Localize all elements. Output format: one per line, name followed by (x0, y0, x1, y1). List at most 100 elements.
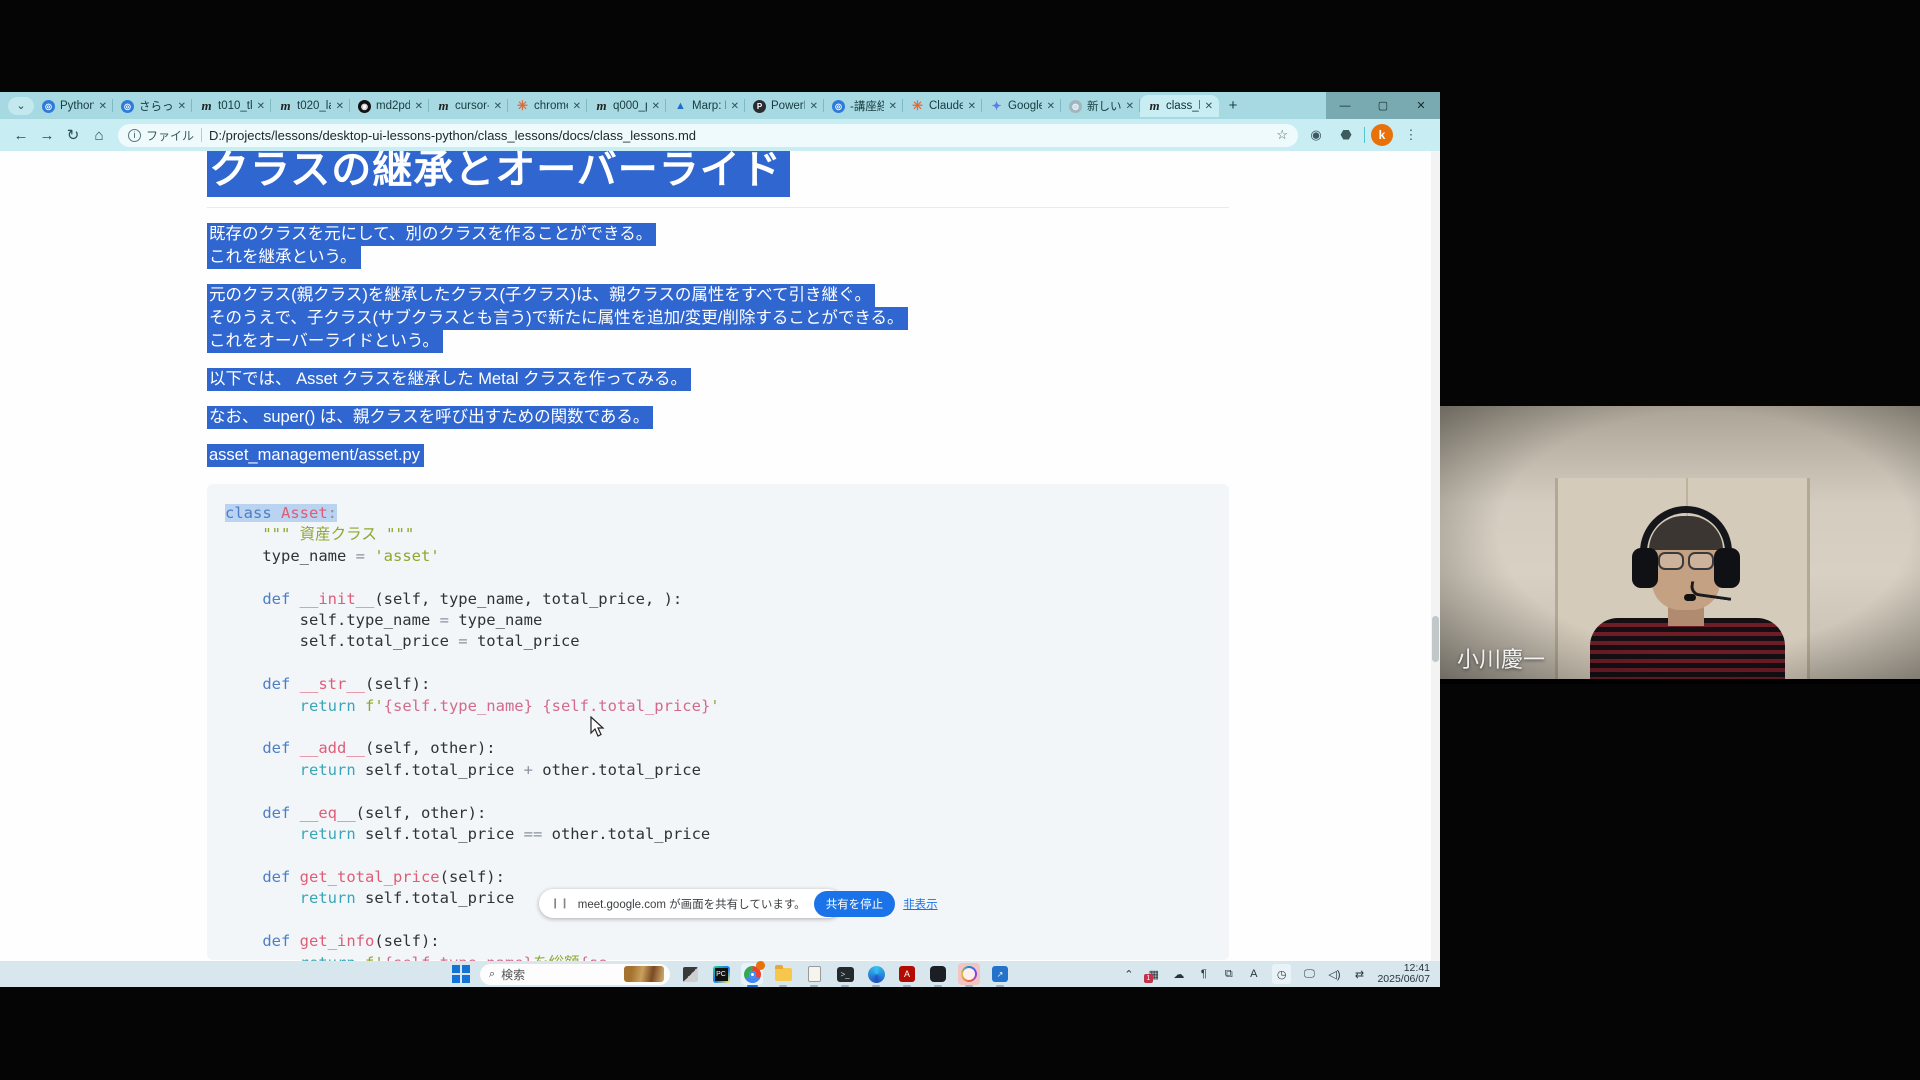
tab-label: chrome (534, 100, 568, 112)
browser-tab-Google[interactable]: ✦ Google ✕ (982, 95, 1061, 117)
tab-close-icon[interactable]: ✕ (415, 101, 423, 112)
browser-tab-PowerP[interactable]: P PowerP ✕ (745, 95, 824, 117)
code-line: type_name = 'asset' (225, 546, 1211, 567)
tab-close-icon[interactable]: ✕ (810, 101, 818, 112)
code-line: class Asset: (225, 503, 1211, 524)
minimize-button[interactable]: — (1326, 92, 1364, 119)
browser-tab-新しいタ[interactable]: ◍ 新しいタ ✕ (1061, 95, 1140, 117)
tab-close-icon[interactable]: ✕ (336, 101, 344, 112)
stop-sharing-button[interactable]: 共有を停止 (814, 891, 896, 917)
taskbar-search[interactable]: ⌕ 検索 (480, 964, 670, 985)
tab-label: さらっと学 (139, 98, 173, 114)
heading-rule (207, 207, 1229, 208)
browser-tab-chrome[interactable]: ✳ chrome ✕ (508, 95, 587, 117)
taskbar-app-github-desktop[interactable] (927, 963, 949, 985)
bookmark-star-icon[interactable]: ☆ (1276, 127, 1288, 143)
mouse-cursor (590, 716, 606, 738)
browser-tab-さらっと学[interactable]: ◎ さらっと学 ✕ (113, 95, 192, 117)
tab-close-icon[interactable]: ✕ (573, 101, 581, 112)
taskbar-app-terminal[interactable]: >_ (834, 963, 856, 985)
remote-desktop-icon: ↗ (992, 966, 1008, 982)
tab-search-button[interactable]: ⌄ (8, 97, 34, 115)
browser-tab-Marp: N[interactable]: ▲ Marp: N ✕ (666, 95, 745, 117)
start-button[interactable] (452, 965, 471, 984)
tab-close-icon[interactable]: ✕ (889, 101, 897, 112)
camera-icon[interactable]: ◉ (1304, 123, 1328, 147)
paragraph: なお、 super() は、親クラスを呼び出すための関数である。 (207, 406, 1229, 429)
tab-label: q000_p (613, 100, 647, 112)
speaker-icon[interactable]: ◁) (1327, 964, 1341, 984)
browser-tab-cursor-[interactable]: m cursor- ✕ (429, 95, 508, 117)
taskbar-app-chrome[interactable] (741, 963, 763, 985)
browser-tab-Python[interactable]: ◎ Python ✕ (34, 95, 113, 117)
starburst-favicon-icon: ✳ (911, 100, 924, 113)
browser-tab-t010_tk[interactable]: m t010_tk ✕ (192, 95, 271, 117)
maximize-button[interactable]: ▢ (1364, 92, 1402, 119)
browser-tab-q000_p[interactable]: m q000_p ✕ (587, 95, 666, 117)
recorder-icon[interactable]: ◷ (1272, 964, 1292, 984)
home-button[interactable]: ⌂ (86, 122, 112, 148)
page-scrollbar[interactable] (1431, 151, 1440, 961)
code-line: return self.total_price == other.total_p… (225, 824, 1211, 845)
browser-tab-class_le[interactable]: m class_le ✕ (1140, 95, 1219, 117)
tab-close-icon[interactable]: ✕ (1126, 101, 1134, 112)
m-favicon-icon: m (595, 100, 608, 113)
taskbar-app-edge[interactable] (865, 963, 887, 985)
chevron-down-icon: ⌄ (16, 99, 25, 112)
display-pen-icon[interactable]: 🖵 (1302, 964, 1316, 984)
windows-taskbar: ⌕ 検索 PC >_ A ↗ ⌃ ▦1 ☁ ¶ ⧉ A ◷ 🖵 ◁) ⇄ 12:41 2025/06/0… (0, 961, 1440, 987)
taskbar-app-notepad[interactable] (803, 963, 825, 985)
microphone-icon[interactable]: ¶ (1197, 964, 1211, 984)
tab-close-icon[interactable]: ✕ (1047, 101, 1055, 112)
extensions-puzzle-icon[interactable]: ⬣ (1334, 123, 1358, 147)
screen-clip-icon[interactable]: ⧉ (1222, 964, 1236, 984)
browser-tab--講座経[interactable]: ◎ -講座経 ✕ (824, 95, 903, 117)
address-bar[interactable]: i ファイル D:/projects/lessons/desktop-ui-le… (118, 124, 1298, 147)
tab-close-icon[interactable]: ✕ (968, 101, 976, 112)
tab-close-icon[interactable]: ✕ (178, 101, 186, 112)
pycharm-icon: PC (713, 966, 730, 983)
tab-close-icon[interactable]: ✕ (257, 101, 265, 112)
taskbar-app-task-view[interactable] (679, 963, 701, 985)
paragraph: 以下では、 Asset クラスを継承した Metal クラスを作ってみる。 (207, 368, 1229, 391)
taskbar-app-remote-desktop[interactable]: ↗ (989, 963, 1011, 985)
back-button[interactable]: ← (8, 122, 34, 148)
browser-tab-md2pd[interactable]: ◉ md2pd ✕ (350, 95, 429, 117)
forward-button[interactable]: → (34, 122, 60, 148)
url-text[interactable]: D:/projects/lessons/desktop-ui-lessons-p… (209, 128, 1269, 143)
marp-favicon-icon: ▲ (674, 100, 687, 113)
ime-mode-icon[interactable]: A (1247, 964, 1261, 984)
tab-close-icon[interactable]: ✕ (731, 101, 739, 112)
tab-close-icon[interactable]: ✕ (99, 101, 107, 112)
language-sync-icon[interactable]: ⇄ (1352, 964, 1366, 984)
url-scheme-chip[interactable]: i ファイル (128, 127, 194, 144)
webcam-bottom-bar (1440, 679, 1920, 684)
new-tab-button[interactable]: + (1223, 96, 1243, 116)
system-tray: ⌃ ▦1 ☁ ¶ ⧉ A ◷ 🖵 ◁) ⇄ 12:41 2025/06/07 (1122, 963, 1430, 986)
browser-tab-Claude[interactable]: ✳ Claude ✕ (903, 95, 982, 117)
onedrive-paused-icon[interactable]: ☁ (1172, 964, 1186, 984)
notifications-icon[interactable]: ▦1 (1147, 964, 1161, 984)
taskbar-clock[interactable]: 12:41 2025/06/07 (1377, 963, 1430, 986)
selected-text-line: そのうえで、子クラス(サブクラスとも言う)で新たに属性を追加/変更/削除すること… (207, 307, 908, 330)
taskbar-app-pycharm[interactable]: PC (710, 963, 732, 985)
taskbar-app-copilot[interactable] (958, 963, 980, 985)
scrollbar-thumb[interactable] (1432, 616, 1439, 662)
paragraph: 既存のクラスを元にして、別のクラスを作ることができる。これを継承という。 (207, 223, 1229, 269)
tab-close-icon[interactable]: ✕ (1205, 101, 1213, 112)
close-button[interactable]: ✕ (1402, 92, 1440, 119)
blue-app-favicon-icon: ◎ (121, 100, 134, 113)
profile-avatar[interactable]: k (1371, 124, 1393, 146)
reload-button[interactable]: ↻ (60, 122, 86, 148)
taskbar-app-acrobat[interactable]: A (896, 963, 918, 985)
browser-tab-t020_la[interactable]: m t020_la ✕ (271, 95, 350, 117)
browser-menu-icon[interactable]: ⋮ (1399, 123, 1423, 147)
tab-close-icon[interactable]: ✕ (652, 101, 660, 112)
taskbar-app-explorer[interactable] (772, 963, 794, 985)
pause-icon[interactable]: ❙❙ (551, 898, 570, 909)
selected-text-line: 既存のクラスを元にして、別のクラスを作ることができる。 (207, 223, 656, 246)
chevron-up-icon[interactable]: ⌃ (1122, 964, 1136, 984)
code-line: """ 資産クラス """ (225, 524, 1211, 545)
tab-close-icon[interactable]: ✕ (494, 101, 502, 112)
hide-banner-link[interactable]: 非表示 (903, 896, 938, 912)
